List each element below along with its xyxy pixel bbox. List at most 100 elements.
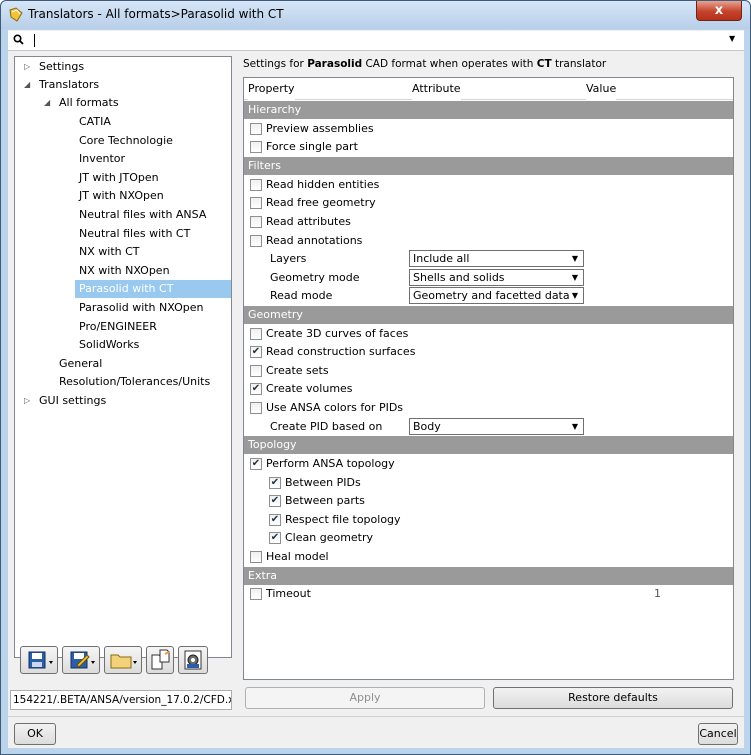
apply-button[interactable]: Apply [245, 687, 485, 709]
save-icon [28, 651, 53, 669]
row-label: Respect file topology [285, 513, 401, 526]
tree-item-pro-engineer[interactable]: Pro/ENGINEER [17, 318, 231, 336]
row-read-free-geometry[interactable]: Read free geometry [244, 194, 733, 212]
tree-item-parasolid-ct[interactable]: Parasolid with CT [75, 280, 231, 298]
row-between-parts[interactable]: ✔ Between parts [244, 492, 733, 510]
row-layers[interactable]: Layers Include all ▼ [244, 250, 733, 268]
respect-file-topology-checkbox[interactable]: ✔ [269, 514, 281, 526]
tree-item-neutral-ct[interactable]: Neutral files with CT [17, 225, 231, 243]
create-sets-checkbox[interactable] [250, 365, 262, 377]
row-geometry-mode[interactable]: Geometry mode Shells and solids ▼ [244, 269, 733, 287]
create-volumes-checkbox[interactable]: ✔ [250, 383, 262, 395]
row-create-sets[interactable]: Create sets [244, 362, 733, 380]
row-respect-file-topology[interactable]: ✔ Respect file topology [244, 511, 733, 529]
tree-item-all-formats[interactable]: ◢ All formats [17, 94, 231, 112]
section-filters: Filters [244, 157, 733, 175]
section-hierarchy: Hierarchy [244, 101, 733, 119]
create-pid-based-on-select[interactable]: Body ▼ [409, 418, 584, 435]
tree-item-general[interactable]: General [17, 355, 231, 373]
chevron-down-icon: ▼ [571, 273, 578, 282]
expand-icon[interactable]: ▷ [24, 392, 30, 410]
row-read-annotations[interactable]: Read annotations [244, 232, 733, 250]
row-clean-geometry[interactable]: ✔ Clean geometry [244, 529, 733, 547]
row-timeout[interactable]: Timeout 1 [244, 585, 733, 603]
read-attributes-checkbox[interactable] [250, 216, 262, 228]
restore-defaults-button[interactable]: Restore defaults [493, 687, 733, 709]
row-perform-ansa-topology[interactable]: ✔ Perform ANSA topology [244, 455, 733, 473]
tree-item-label: NX with NXOpen [79, 264, 170, 277]
open-folder-button[interactable] [104, 646, 142, 674]
row-read-mode[interactable]: Read mode Geometry and facetted data ▼ [244, 287, 733, 305]
tree-item-jt-nxopen[interactable]: JT with NXOpen [17, 187, 231, 205]
save-button[interactable] [20, 646, 58, 674]
heal-model-checkbox[interactable] [250, 551, 262, 563]
tree-item-label: General [59, 357, 103, 370]
ok-button[interactable]: OK [14, 723, 56, 745]
new-file-button[interactable] [146, 646, 174, 674]
close-button[interactable]: x [696, 1, 742, 21]
tree-item-resolution[interactable]: Resolution/Tolerances/Units [17, 373, 231, 391]
clean-geometry-checkbox[interactable]: ✔ [269, 532, 281, 544]
tree-item-inventor[interactable]: Inventor [17, 150, 231, 168]
read-hidden-entities-checkbox[interactable] [250, 179, 262, 191]
tree-item-gui-settings[interactable]: ▷ GUI settings [17, 392, 231, 410]
row-read-hidden-entities[interactable]: Read hidden entities [244, 176, 733, 194]
tree-item-label: GUI settings [39, 394, 107, 407]
read-mode-select[interactable]: Geometry and facetted data ▼ [409, 287, 584, 304]
tree-item-catia[interactable]: CATIA [17, 113, 231, 131]
cancel-button[interactable]: Cancel [698, 723, 738, 745]
tree-item-translators[interactable]: ◢ Translators [17, 76, 231, 94]
settings-tree[interactable]: ▷ Settings ◢ Translators ◢ All formats C… [14, 56, 232, 658]
timeout-value[interactable]: 1 [654, 585, 661, 603]
property-table[interactable]: Property Attribute Value Hierarchy Previ… [243, 77, 734, 680]
row-create-volumes[interactable]: ✔ Create volumes [244, 380, 733, 398]
use-ansa-colors-checkbox[interactable] [250, 402, 262, 414]
row-heal-model[interactable]: Heal model [244, 548, 733, 566]
force-single-part-checkbox[interactable] [250, 141, 262, 153]
preview-assemblies-checkbox[interactable] [250, 123, 262, 135]
tree-item-parasolid-nxopen[interactable]: Parasolid with NXOpen [17, 299, 231, 317]
geometry-mode-select[interactable]: Shells and solids ▼ [409, 269, 584, 286]
row-force-single-part[interactable]: Force single part [244, 138, 733, 156]
collapse-icon[interactable]: ◢ [24, 76, 30, 94]
perform-ansa-topology-checkbox[interactable]: ✔ [250, 458, 262, 470]
column-header-property[interactable]: Property [248, 78, 295, 100]
layers-select[interactable]: Include all ▼ [409, 250, 584, 267]
config-path-field[interactable]: 154221/.BETA/ANSA/version_17.0.2/CFD.xml [10, 690, 232, 710]
tree-item-nx-nxopen[interactable]: NX with NXOpen [17, 262, 231, 280]
tree-item-nx-ct[interactable]: NX with CT [17, 243, 231, 261]
section-topology: Topology [244, 436, 733, 454]
row-preview-assemblies[interactable]: Preview assemblies [244, 120, 733, 138]
row-read-construction-surfaces[interactable]: ✔ Read construction surfaces [244, 343, 733, 361]
tree-item-label: Core Technologie [79, 134, 173, 147]
read-construction-surfaces-checkbox[interactable]: ✔ [250, 346, 262, 358]
expand-icon[interactable]: ▷ [24, 58, 30, 76]
column-header-attribute[interactable]: Attribute [412, 78, 461, 100]
tree-item-label: Pro/ENGINEER [79, 320, 157, 333]
tree-item-settings[interactable]: ▷ Settings [17, 58, 231, 76]
read-annotations-checkbox[interactable] [250, 235, 262, 247]
column-header-value[interactable]: Value [586, 78, 617, 100]
tree-item-core-technologie[interactable]: Core Technologie [17, 132, 231, 150]
row-between-pids[interactable]: ✔ Between PIDs [244, 474, 733, 492]
search-input[interactable] [28, 32, 718, 49]
between-pids-checkbox[interactable]: ✔ [269, 477, 281, 489]
tree-item-solidworks[interactable]: SolidWorks [17, 336, 231, 354]
tree-item-label: All formats [59, 96, 119, 109]
row-use-ansa-colors[interactable]: Use ANSA colors for PIDs [244, 399, 733, 417]
between-parts-checkbox[interactable]: ✔ [269, 495, 281, 507]
row-read-attributes[interactable]: Read attributes [244, 213, 733, 231]
read-free-geometry-checkbox[interactable] [250, 197, 262, 209]
tree-item-label: JT with JTOpen [79, 171, 159, 184]
row-create-pid-based-on[interactable]: Create PID based on Body ▼ [244, 418, 733, 436]
save-as-button[interactable] [62, 646, 100, 674]
row-create-3d-curves[interactable]: Create 3D curves of faces [244, 325, 733, 343]
tree-item-jt-jtopen[interactable]: JT with JTOpen [17, 169, 231, 187]
dialog-window: Translators - All formats>Parasolid with… [0, 0, 751, 755]
collapse-icon[interactable]: ◢ [44, 94, 50, 112]
chevron-down-icon[interactable]: ▼ [729, 34, 735, 43]
create-3d-curves-checkbox[interactable] [250, 328, 262, 340]
timeout-checkbox[interactable] [250, 588, 262, 600]
tree-item-neutral-ansa[interactable]: Neutral files with ANSA [17, 206, 231, 224]
settings-file-button[interactable] [178, 646, 208, 674]
